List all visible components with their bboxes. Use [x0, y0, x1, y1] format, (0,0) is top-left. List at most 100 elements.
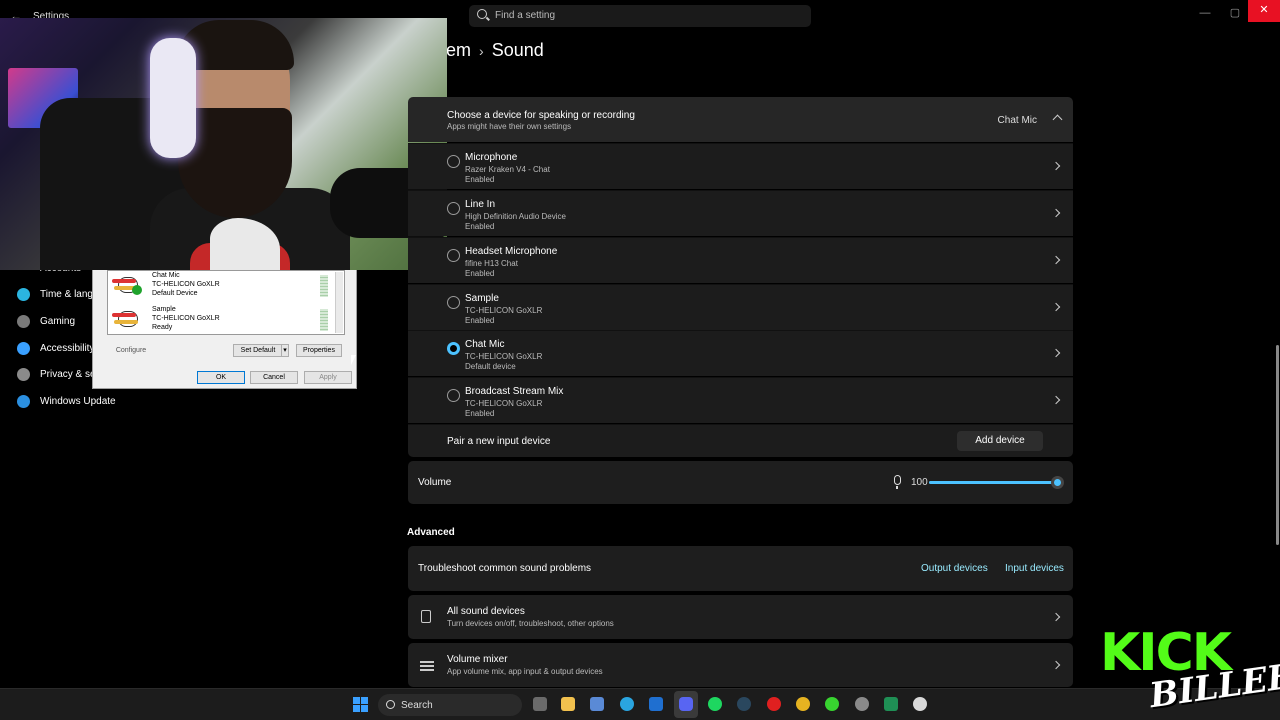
- input-device-row-microphone[interactable]: Microphone Razer Kraken V4 - Chat Enable…: [408, 143, 1073, 189]
- chevron-right-icon[interactable]: [1051, 348, 1061, 358]
- all-sound-devices-row[interactable]: All sound devices Turn devices on/off, t…: [408, 595, 1073, 639]
- chevron-right-icon[interactable]: [1051, 302, 1061, 312]
- set-default-button[interactable]: Set Default: [233, 344, 283, 357]
- search-icon: [477, 9, 487, 19]
- sound-control-panel-dialog: Chat Mic TC-HELICON GoXLR Default Device…: [92, 263, 357, 389]
- settings-gear-icon[interactable]: [855, 697, 869, 711]
- audio-jack-icon: [112, 309, 146, 329]
- recording-device-list[interactable]: Chat Mic TC-HELICON GoXLR Default Device…: [107, 270, 345, 335]
- accessibility-icon: [17, 341, 30, 355]
- chrome-icon[interactable]: [796, 697, 810, 711]
- close-button[interactable]: ✕: [1248, 0, 1280, 22]
- mouse-cursor-icon: [351, 355, 356, 365]
- windows-start-icon[interactable]: [353, 697, 368, 712]
- device-name: Headset Microphone: [465, 246, 558, 257]
- input-header-subtitle: Apps might have their own settings: [447, 122, 572, 131]
- microphone-icon[interactable]: [894, 475, 901, 489]
- configure-button[interactable]: Configure: [107, 345, 155, 358]
- device-name: Microphone: [465, 152, 518, 163]
- steam-icon[interactable]: [737, 697, 751, 711]
- device-status: Enabled: [465, 269, 495, 278]
- ok-button[interactable]: OK: [197, 371, 245, 384]
- spotify-icon[interactable]: [708, 697, 722, 711]
- nav-item-accessibility[interactable]: Accessibility: [17, 338, 94, 358]
- list-item[interactable]: Sample TC-HELICON GoXLR Ready: [110, 305, 330, 337]
- discord-icon[interactable]: [679, 697, 693, 711]
- chevron-right-icon[interactable]: [1051, 660, 1061, 670]
- chevron-up-icon[interactable]: [1052, 114, 1063, 125]
- all-devices-subtitle: Turn devices on/off, troubleshoot, other…: [447, 619, 614, 628]
- input-devices-link[interactable]: Input devices: [1005, 563, 1064, 574]
- device-name: Broadcast Stream Mix: [465, 386, 564, 397]
- green-app-icon[interactable]: [825, 697, 839, 711]
- chevron-right-icon[interactable]: [1051, 208, 1061, 218]
- radio-button[interactable]: [447, 202, 460, 215]
- minimize-button[interactable]: —: [1190, 3, 1220, 23]
- nav-item-windows-update[interactable]: Windows Update: [17, 391, 116, 411]
- apply-button: Apply: [304, 371, 352, 384]
- mouse-app-icon[interactable]: [913, 697, 927, 711]
- default-check-icon: [132, 285, 142, 295]
- input-device-row-line-in[interactable]: Line In High Definition Audio Device Ena…: [408, 190, 1073, 236]
- radio-button-selected[interactable]: [447, 342, 460, 355]
- device-name: Sample: [152, 306, 176, 313]
- device-driver: TC-HELICON GoXLR: [465, 352, 543, 361]
- radio-button[interactable]: [447, 249, 460, 262]
- radio-button[interactable]: [447, 155, 460, 168]
- device-status: Enabled: [465, 175, 495, 184]
- device-name: Line In: [465, 199, 496, 210]
- device-status: Default device: [465, 362, 516, 371]
- volume-value: 100: [911, 477, 928, 488]
- speaker-device-icon: [421, 610, 431, 623]
- device-status: Enabled: [465, 316, 495, 325]
- add-device-button[interactable]: Add device: [957, 431, 1043, 451]
- device-status: Enabled: [465, 222, 495, 231]
- input-device-row-sample[interactable]: Sample TC-HELICON GoXLR Enabled: [408, 284, 1073, 330]
- volume-mixer-row[interactable]: Volume mixer App volume mix, app input &…: [408, 643, 1073, 687]
- chevron-right-icon[interactable]: [1051, 161, 1061, 171]
- chevron-right-icon[interactable]: [1051, 612, 1061, 622]
- outlook-icon[interactable]: [649, 697, 663, 711]
- pair-input-device-row: Pair a new input device Add device: [408, 424, 1073, 457]
- chevron-right-icon[interactable]: [1051, 395, 1061, 405]
- clock-globe-icon: [17, 287, 30, 301]
- excel-icon[interactable]: [884, 697, 898, 711]
- input-device-row-broadcast-stream-mix[interactable]: Broadcast Stream Mix TC-HELICON GoXLR En…: [408, 377, 1073, 423]
- red-app-icon[interactable]: [767, 697, 781, 711]
- breadcrumb-parent[interactable]: em: [446, 40, 471, 60]
- radio-button[interactable]: [447, 389, 460, 402]
- maximize-button[interactable]: ▢: [1220, 3, 1250, 23]
- nav-item-gaming[interactable]: Gaming: [17, 311, 75, 331]
- volume-slider-thumb[interactable]: [1051, 476, 1064, 489]
- taskbar-search[interactable]: Search: [378, 694, 522, 716]
- radio-button[interactable]: [447, 296, 460, 309]
- task-view-icon[interactable]: [533, 697, 547, 711]
- breadcrumb: em › Sound: [446, 40, 544, 61]
- properties-button[interactable]: Properties: [296, 344, 342, 357]
- device-driver: TC-HELICON GoXLR: [152, 315, 220, 322]
- pair-label: Pair a new input device: [447, 436, 551, 447]
- cancel-button[interactable]: Cancel: [250, 371, 298, 384]
- list-scrollbar[interactable]: [335, 272, 343, 333]
- volume-slider[interactable]: [929, 476, 1064, 489]
- nav-item-time-language[interactable]: Time & langu: [17, 284, 99, 304]
- chevron-right-icon[interactable]: [1051, 255, 1061, 265]
- list-item[interactable]: Chat Mic TC-HELICON GoXLR Default Device: [110, 271, 330, 303]
- output-devices-link[interactable]: Output devices: [921, 563, 988, 574]
- input-device-row-headset-microphone[interactable]: Headset Microphone fifine H13 Chat Enabl…: [408, 237, 1073, 283]
- input-device-row-chat-mic[interactable]: Chat Mic TC-HELICON GoXLR Default device: [408, 330, 1073, 376]
- file-explorer-icon[interactable]: [561, 697, 575, 711]
- input-device-header[interactable]: Choose a device for speaking or recordin…: [408, 97, 1073, 142]
- shield-icon: [17, 367, 30, 381]
- all-devices-title: All sound devices: [447, 606, 525, 617]
- store-icon[interactable]: [590, 697, 604, 711]
- edge-icon[interactable]: [620, 697, 634, 711]
- volume-slider-fill: [929, 481, 1057, 484]
- device-name: Chat Mic: [152, 272, 180, 279]
- device-status: Default Device: [152, 290, 198, 297]
- set-default-dropdown-icon[interactable]: ▾: [281, 344, 289, 357]
- nav-item-privacy[interactable]: Privacy & se: [17, 364, 96, 384]
- settings-search-input[interactable]: Find a setting: [469, 5, 811, 27]
- page-scrollbar[interactable]: [1276, 345, 1279, 545]
- troubleshoot-row: Troubleshoot common sound problems Outpu…: [408, 546, 1073, 591]
